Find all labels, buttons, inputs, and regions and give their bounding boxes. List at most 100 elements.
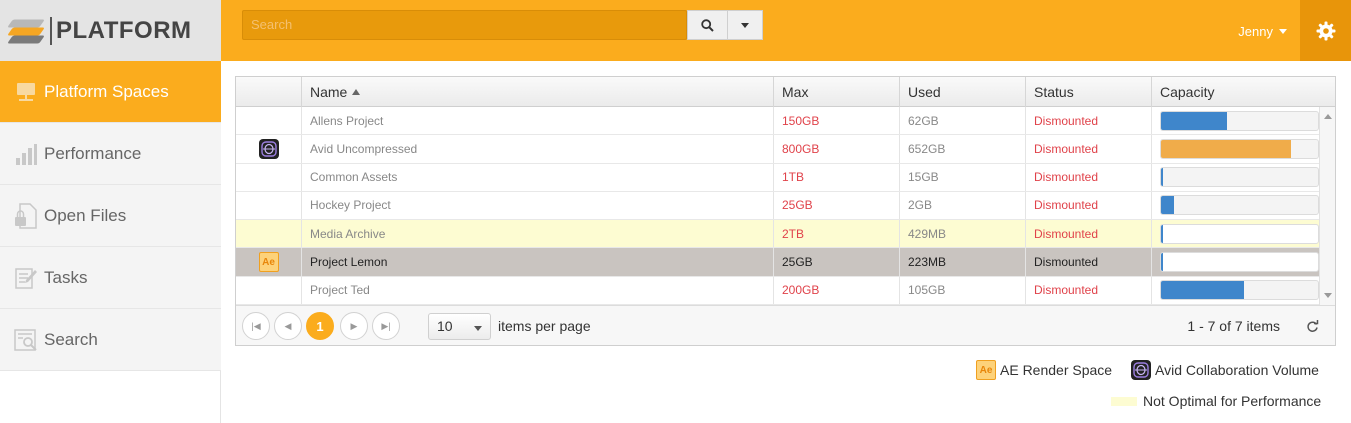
row-type-cell (236, 164, 301, 191)
edit-list-icon (14, 266, 38, 290)
grid-header: Name Max Used Status Capacity (236, 77, 1335, 107)
used-cell: 652GB (899, 135, 1025, 163)
table-row[interactable]: Project Ted 200GB 105GB Dismounted (236, 276, 1319, 305)
user-menu[interactable]: Jenny (1238, 24, 1287, 39)
max-cell: 200GB (773, 276, 899, 304)
max-cell: 150GB (773, 107, 899, 135)
table-row[interactable]: Common Assets 1TB 15GB Dismounted (236, 163, 1319, 192)
sidebar-item-label: Open Files (44, 205, 127, 225)
used-cell: 105GB (899, 276, 1025, 304)
search-options-dropdown[interactable] (728, 10, 763, 40)
brand-name: PLATFORM (56, 16, 192, 44)
table-row[interactable]: Media Archive 2TB 429MB Dismounted (236, 220, 1319, 249)
table-row[interactable]: Allens Project 150GB 62GB Dismounted (236, 107, 1319, 136)
bar-chart-icon (14, 142, 38, 166)
sidebar-item-performance[interactable]: Performance (0, 123, 221, 185)
first-page-button[interactable]: |◀ (242, 312, 270, 340)
sidebar-item-label: Search (44, 329, 98, 349)
used-cell: 15GB (899, 163, 1025, 191)
not-optimal-swatch (1111, 396, 1137, 406)
next-page-button[interactable]: ▶ (340, 312, 368, 340)
sidebar-item-search[interactable]: Search (0, 309, 221, 371)
icon-column-header (236, 77, 301, 107)
row-type-cell: Ae (236, 248, 301, 275)
status-cell: Dismounted (1025, 107, 1151, 135)
capacity-cell (1151, 191, 1319, 220)
row-type-cell (236, 277, 301, 304)
page-button-current[interactable]: 1 (306, 312, 334, 340)
avid-volume-icon (1131, 360, 1151, 380)
max-cell: 25GB (773, 191, 899, 220)
sidebar-item-open-files[interactable]: Open Files (0, 185, 221, 247)
gear-icon (1316, 21, 1335, 40)
user-name: Jenny (1238, 24, 1273, 39)
table-row[interactable]: Avid Uncompressed 800GB 652GB Dismounted (236, 135, 1319, 164)
capacity-cell (1151, 135, 1319, 163)
lock-file-icon (14, 202, 38, 229)
legend-not-optimal: Not Optimal for Performance (1111, 393, 1321, 409)
ae-render-space-icon: Ae (258, 252, 279, 273)
used-cell: 223MB (899, 248, 1025, 276)
row-type-cell (236, 220, 301, 247)
capacity-cell (1151, 107, 1319, 135)
scroll-down-icon[interactable] (1324, 293, 1332, 298)
name-cell: Allens Project (301, 107, 773, 135)
name-cell: Avid Uncompressed (301, 135, 773, 163)
search-list-icon (14, 328, 38, 352)
sort-ascending-icon (352, 89, 361, 95)
refresh-button[interactable] (1303, 317, 1321, 335)
sidebar-item-tasks[interactable]: Tasks (0, 247, 221, 309)
capacity-bar (1160, 167, 1319, 188)
pager: |◀ ◀ 1 ▶ ▶| 10 items per page 1 - 7 of 7… (236, 305, 1335, 345)
capacity-cell (1151, 248, 1319, 276)
name-cell: Project Lemon (301, 248, 773, 276)
legend-label: Not Optimal for Performance (1143, 393, 1322, 409)
sidebar: PLATFORM Platform Spaces Performance Ope… (0, 0, 221, 423)
capacity-bar (1160, 223, 1319, 244)
capacity-bar (1160, 252, 1319, 273)
grid-body: Allens Project 150GB 62GB Dismounted Avid Un… (236, 107, 1319, 305)
column-header-status[interactable]: Status (1025, 77, 1151, 107)
name-cell: Media Archive (301, 220, 773, 248)
legend-ae-render-space: Ae AE Render Space (976, 360, 1112, 380)
capacity-bar (1160, 110, 1319, 131)
column-header-max[interactable]: Max (773, 77, 899, 107)
sidebar-item-label: Platform Spaces (44, 81, 169, 101)
platform-logo: PLATFORM (0, 0, 221, 61)
used-cell: 62GB (899, 107, 1025, 135)
sidebar-item-label: Tasks (44, 267, 88, 287)
column-header-name[interactable]: Name (301, 77, 773, 107)
last-page-button[interactable]: ▶| (372, 312, 400, 340)
table-row[interactable]: Hockey Project 25GB 2GB Dismounted (236, 191, 1319, 221)
platform-spaces-grid: Name Max Used Status Capacity Allens Pro… (235, 76, 1336, 346)
status-cell: Dismounted (1025, 248, 1151, 276)
chevron-down-icon (1279, 29, 1287, 34)
page-size-select[interactable]: 10 (428, 313, 491, 340)
search-button[interactable] (687, 10, 728, 40)
capacity-bar (1160, 195, 1319, 216)
top-bar: Search Jenny (221, 0, 1351, 61)
table-row[interactable]: Ae Project Lemon 25GB 223MB Dismounted (236, 248, 1319, 277)
capacity-cell (1151, 276, 1319, 304)
layers-logo-icon (7, 16, 46, 46)
previous-page-button[interactable]: ◀ (274, 312, 302, 340)
settings-button[interactable] (1300, 0, 1351, 61)
grid-scrollbar[interactable] (1319, 107, 1335, 305)
search-input[interactable]: Search (242, 10, 687, 40)
capacity-cell (1151, 220, 1319, 248)
pager-info: 1 - 7 of 7 items (1187, 318, 1280, 334)
legend-label: Avid Collaboration Volume (1155, 362, 1319, 378)
name-cell: Hockey Project (301, 191, 773, 220)
capacity-bar-fill (1161, 196, 1174, 215)
sidebar-item-platform-spaces[interactable]: Platform Spaces (0, 61, 221, 123)
chevron-down-icon (741, 22, 749, 28)
column-header-capacity[interactable]: Capacity (1151, 77, 1319, 107)
legend-label: AE Render Space (1000, 362, 1113, 378)
scroll-up-icon[interactable] (1324, 114, 1332, 119)
status-cell: Dismounted (1025, 163, 1151, 191)
column-header-used[interactable]: Used (899, 77, 1025, 107)
search-icon (701, 18, 714, 32)
capacity-bar (1160, 138, 1319, 159)
legend-avid-volume: Avid Collaboration Volume (1131, 360, 1319, 380)
refresh-icon (1306, 319, 1318, 332)
